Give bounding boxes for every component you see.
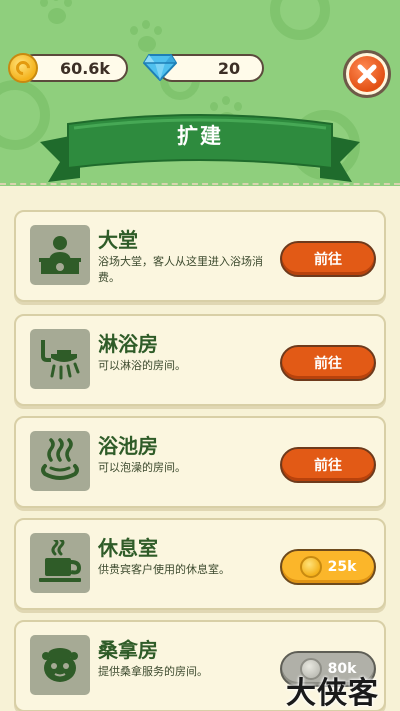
gem-amount: 20 [217, 58, 241, 78]
room-name: 浴池房 [98, 434, 158, 458]
hot-spring-icon [41, 438, 79, 480]
room-icon-box [30, 635, 90, 695]
close-icon [357, 64, 377, 84]
room-description: 可以淋浴的房间。 [98, 359, 186, 372]
room-icon-box [30, 225, 90, 285]
go-button-bath[interactable]: 前往 [280, 447, 376, 483]
room-card-bath: 浴池房 可以泡澡的房间。 前往 [14, 416, 386, 508]
diamond-icon [143, 54, 177, 81]
room-name: 桑拿房 [98, 638, 158, 662]
room-description: 浴场大堂，客人从这里进入浴场消费。 [98, 255, 263, 284]
room-description: 可以泡澡的房间。 [98, 461, 186, 474]
receptionist-desk-icon [39, 236, 81, 274]
room-name: 淋浴房 [98, 332, 158, 356]
go-button-lobby[interactable]: 前往 [280, 241, 376, 277]
room-icon-box [30, 533, 90, 593]
watermark: 大侠客 [286, 676, 379, 711]
price-label: 25k [327, 559, 357, 575]
go-button-shower[interactable]: 前往 [280, 345, 376, 381]
room-name: 休息室 [98, 536, 158, 560]
room-icon-box [30, 329, 90, 389]
room-card-lobby: 大堂 浴场大堂，客人从这里进入浴场消费。 前往 [14, 210, 386, 302]
room-card-lounge: 休息室 供贵宾客户使用的休息室。 25k [14, 518, 386, 610]
coin-amount: 60.6k [59, 58, 111, 78]
buy-button-lounge[interactable]: 25k [280, 549, 376, 585]
coffee-cup-icon [39, 540, 82, 582]
coin-icon [299, 556, 322, 578]
page-title: 扩建 [177, 124, 223, 148]
close-button[interactable] [343, 50, 391, 98]
shower-head-icon [41, 340, 80, 380]
room-icon-box [30, 431, 90, 491]
room-description: 供贵宾客户使用的休息室。 [98, 563, 230, 576]
room-card-shower: 淋浴房 可以淋浴的房间。 前往 [14, 314, 386, 406]
coin-icon [8, 53, 38, 83]
room-description: 提供桑拿服务的房间。 [98, 665, 208, 678]
sauna-face-icon [42, 648, 78, 682]
room-name: 大堂 [98, 228, 138, 252]
